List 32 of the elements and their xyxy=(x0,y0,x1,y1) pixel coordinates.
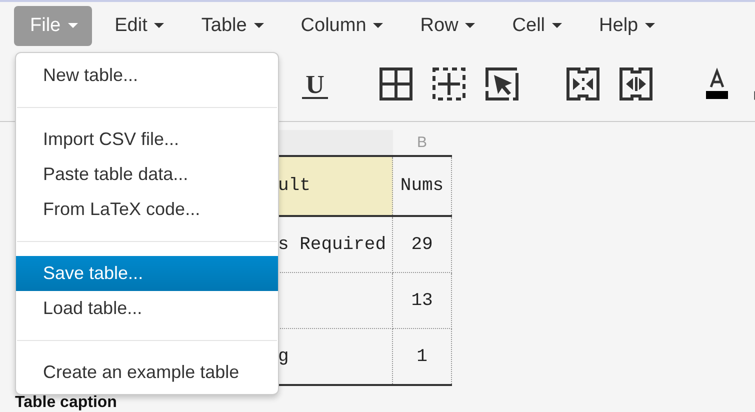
dashed-grid-icon[interactable] xyxy=(432,67,466,101)
caret-icon xyxy=(552,23,562,29)
table-cell: 1 xyxy=(392,328,452,385)
menu-item[interactable]: From LaTeX code... xyxy=(16,192,278,227)
menu-button[interactable]: Edit xyxy=(98,6,178,46)
table-cell: Nums xyxy=(392,156,452,216)
menu-item[interactable]: New table... xyxy=(16,58,278,93)
cursor-cell-icon[interactable] xyxy=(485,67,519,101)
caret-icon xyxy=(373,23,384,29)
split-cells-icon[interactable] xyxy=(619,67,653,101)
menu-button[interactable]: Column xyxy=(284,6,398,46)
menu-item[interactable]: Create an example table xyxy=(16,355,278,390)
table-cell: 13 xyxy=(392,272,452,328)
column-header: B xyxy=(392,130,452,156)
caret-icon xyxy=(465,23,476,29)
menu-item[interactable]: Import CSV file... xyxy=(16,122,278,157)
table-cell: 29 xyxy=(392,216,452,272)
caret-icon xyxy=(68,23,78,29)
menu-button[interactable]: Cell xyxy=(496,6,576,46)
caret-icon xyxy=(645,23,656,29)
menu-item[interactable]: Load table... xyxy=(16,291,278,326)
caret-icon xyxy=(154,23,164,29)
merge-cells-icon[interactable] xyxy=(566,67,600,101)
menu-button[interactable]: Row xyxy=(404,6,490,46)
menu-button[interactable]: Help xyxy=(583,6,670,46)
menu-item[interactable]: Save table... xyxy=(16,256,278,291)
menu-button[interactable]: Table xyxy=(185,6,278,46)
menu-item[interactable]: Paste table data... xyxy=(16,157,278,192)
table-grid-icon[interactable] xyxy=(379,67,413,101)
caret-icon xyxy=(254,23,264,29)
table-cell: ult xyxy=(278,156,392,216)
table-caption-label: Table caption xyxy=(15,395,117,411)
